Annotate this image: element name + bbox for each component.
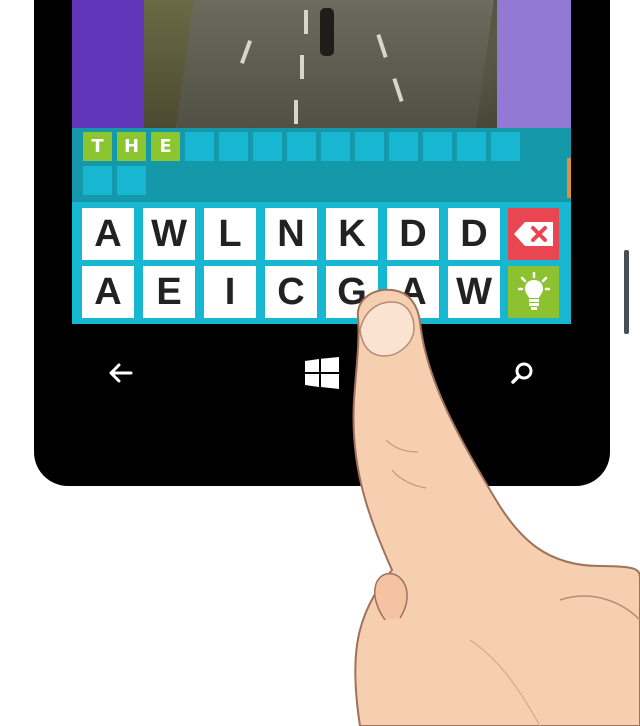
answer-tile-empty[interactable] [185,132,214,161]
answer-tile-empty[interactable] [287,132,316,161]
image-horse-rider [320,8,334,56]
letter-key[interactable]: W [448,266,500,318]
image-lane-mark [304,10,308,34]
letter-key[interactable]: K [326,208,378,260]
phone-side-button [624,250,629,334]
answer-tile-empty[interactable] [389,132,418,161]
puzzle-image [144,0,497,128]
lightbulb-icon [517,272,550,310]
answer-tile-filled[interactable]: E [151,132,180,161]
answer-panel: THE [72,128,571,202]
answer-tile-empty[interactable] [219,132,248,161]
letter-key[interactable]: E [143,266,195,318]
answer-tile-filled[interactable]: T [83,132,112,161]
letter-key[interactable]: D [387,208,439,260]
image-road [172,0,496,128]
delete-button[interactable] [508,208,559,260]
answer-tile-empty[interactable] [321,132,350,161]
game-screen: THE AWLNKDD AEICGAW [72,0,571,324]
letter-key[interactable]: A [82,266,134,318]
letter-key[interactable]: D [448,208,500,260]
answer-tile-empty[interactable] [117,166,146,195]
backspace-icon [513,222,553,246]
letter-keyboard: AWLNKDD AEICGAW [72,202,571,324]
letter-key[interactable]: L [204,208,256,260]
letter-key[interactable]: C [265,266,317,318]
letter-key[interactable]: G [326,266,378,318]
image-lane-mark [294,100,298,124]
back-button[interactable] [100,350,140,396]
left-panel [72,0,144,130]
search-button[interactable] [502,350,542,396]
hint-button[interactable] [508,266,559,318]
letter-key[interactable]: I [204,266,256,318]
answer-tile-empty[interactable] [491,132,520,161]
home-button[interactable] [302,350,342,396]
answer-panel-edge [567,158,571,198]
image-lane-mark [300,55,304,79]
answer-tile-empty[interactable] [355,132,384,161]
windows-navigation-bar [0,350,640,400]
answer-tile-filled[interactable]: H [117,132,146,161]
letter-key[interactable]: N [265,208,317,260]
answer-tile-empty[interactable] [423,132,452,161]
answer-tile-empty[interactable] [83,166,112,195]
letter-key[interactable]: A [82,208,134,260]
answer-tile-empty[interactable] [253,132,282,161]
search-icon [511,362,533,384]
windows-logo-icon [305,357,339,389]
letter-key[interactable]: A [387,266,439,318]
answer-tile-empty[interactable] [457,132,486,161]
back-arrow-icon [109,363,133,383]
letter-key[interactable]: W [143,208,195,260]
right-panel [497,0,571,130]
